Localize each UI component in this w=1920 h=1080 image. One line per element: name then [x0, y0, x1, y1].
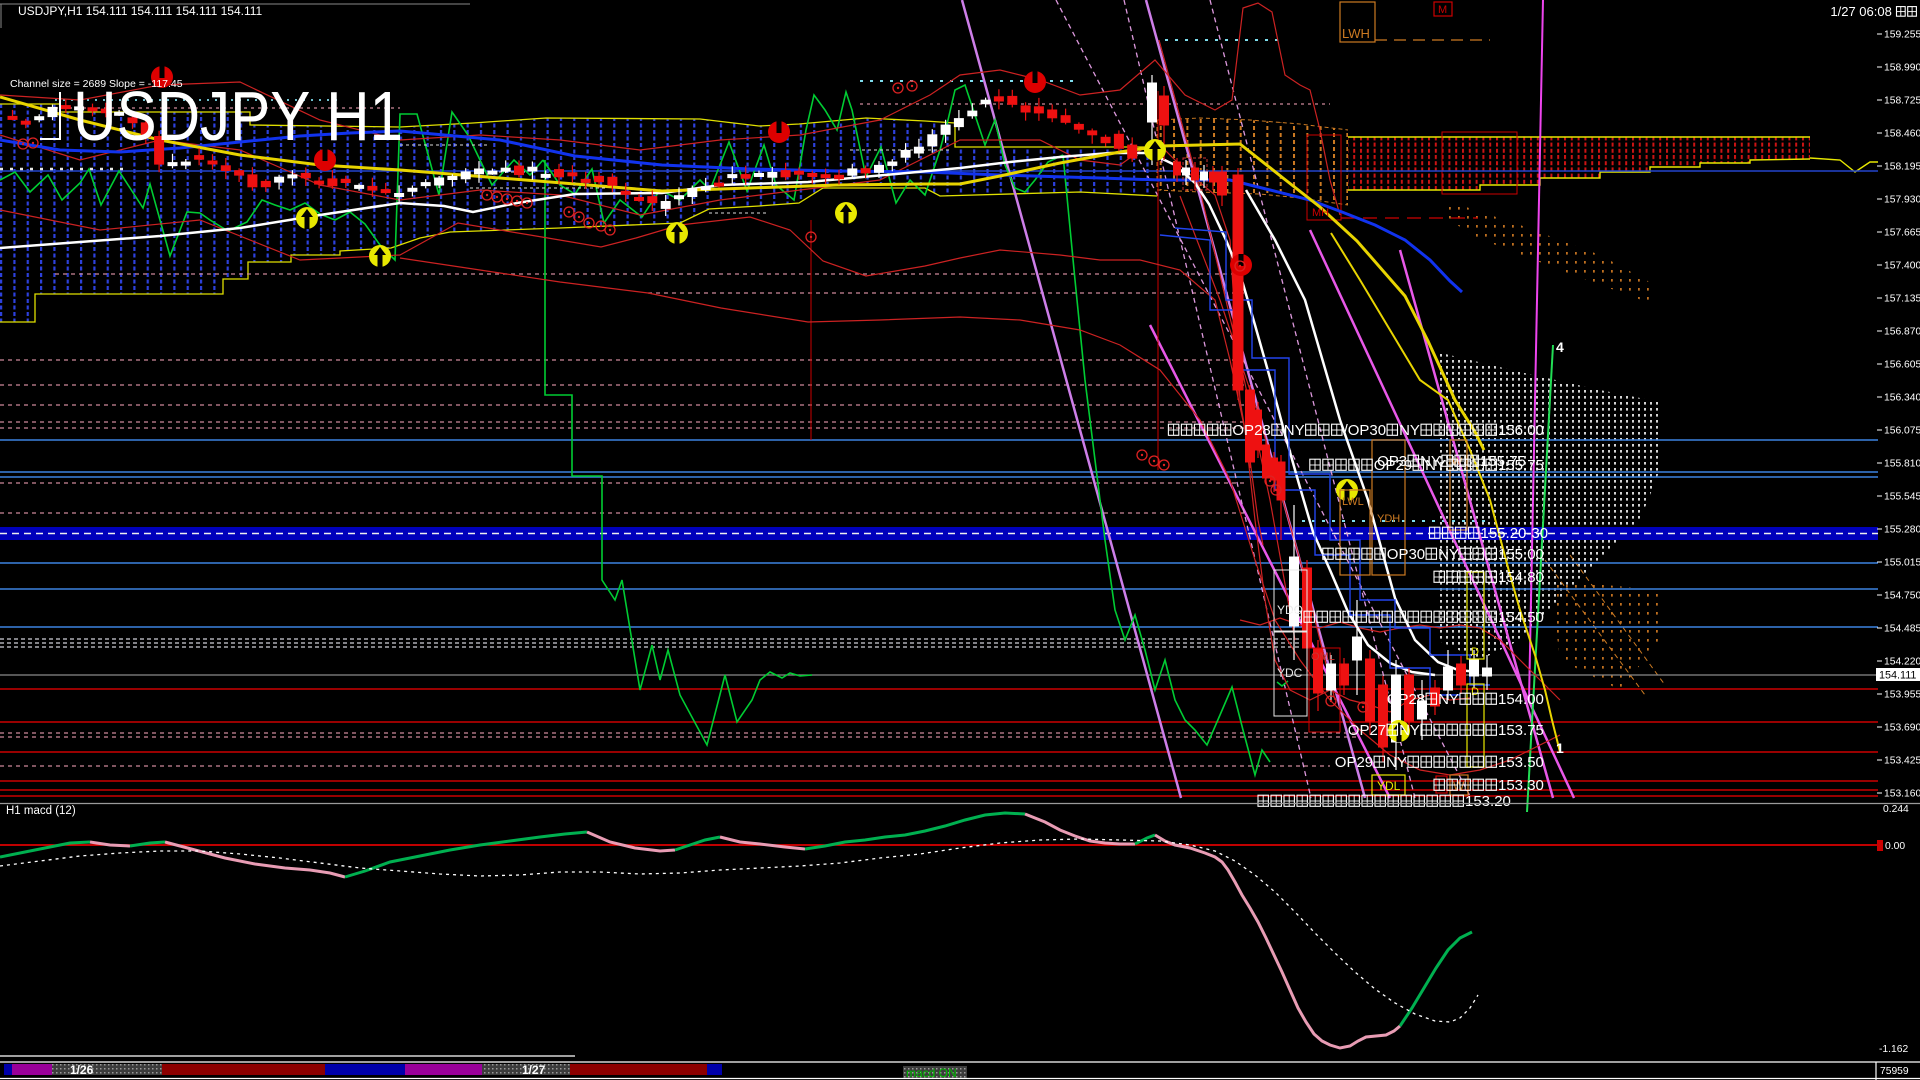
svg-text:75959: 75959 [1880, 1066, 1909, 1077]
svg-text:OP30: OP30 [1387, 546, 1425, 563]
svg-text:158.195: 158.195 [1884, 162, 1920, 173]
svg-text:158.990: 158.990 [1884, 63, 1920, 74]
svg-text:153.30: 153.30 [1498, 777, 1544, 794]
svg-text:OP29: OP29 [1335, 754, 1373, 771]
svg-text:156.870: 156.870 [1884, 327, 1920, 338]
svg-text:157.135: 157.135 [1884, 294, 1920, 305]
svg-text:156.00: 156.00 [1498, 422, 1544, 439]
svg-text:OP28: OP28 [1387, 691, 1425, 708]
svg-text:153.425: 153.425 [1884, 756, 1920, 767]
svg-text:LWH: LWH [1342, 26, 1370, 41]
svg-text:156.605: 156.605 [1884, 360, 1920, 371]
svg-text:LWL: LWL [1342, 496, 1364, 508]
svg-text:M: M [1438, 4, 1447, 16]
svg-text:USDJPY H1: USDJPY H1 [73, 77, 403, 155]
svg-text:155.545: 155.545 [1884, 492, 1920, 503]
svg-text:OP28: OP28 [1232, 422, 1270, 439]
svg-text:4: 4 [1556, 339, 1564, 355]
svg-text:158.460: 158.460 [1884, 129, 1920, 140]
svg-text:1/27: 1/27 [522, 1063, 546, 1077]
svg-text:MH: MH [1312, 207, 1329, 219]
svg-text:153.75: 153.75 [1498, 722, 1544, 739]
svg-text:YDC: YDC [1277, 666, 1303, 680]
svg-text:D: D [1471, 646, 1479, 658]
svg-text:155.20-30: 155.20-30 [1481, 525, 1549, 542]
svg-text:OP3: OP3 [1377, 453, 1407, 470]
svg-text:154.220: 154.220 [1884, 657, 1920, 668]
svg-text:0.00: 0.00 [1885, 841, 1905, 852]
svg-text:153.50: 153.50 [1498, 754, 1544, 771]
svg-text:YDO: YDO [1277, 603, 1303, 617]
svg-text:153.160: 153.160 [1884, 789, 1920, 800]
svg-text:154.50: 154.50 [1498, 609, 1544, 626]
svg-text:YDH: YDH [1377, 513, 1400, 525]
svg-text:155.015: 155.015 [1884, 558, 1920, 569]
svg-text:153.955: 153.955 [1884, 690, 1920, 701]
svg-text:-1.162: -1.162 [1879, 1044, 1908, 1055]
svg-text:153.20: 153.20 [1465, 793, 1511, 810]
svg-text:159.255: 159.255 [1884, 30, 1920, 41]
svg-text:NY: NY [1386, 754, 1407, 771]
svg-text:158.725: 158.725 [1884, 96, 1920, 107]
svg-text:USDJPY,H1 154.111 154.111 154: USDJPY,H1 154.111 154.111 154.111 154.11… [18, 4, 263, 18]
svg-text:NY: NY [1420, 453, 1441, 470]
svg-text:156.340: 156.340 [1884, 393, 1920, 404]
svg-text:NY: NY [1399, 422, 1420, 439]
svg-text:NY: NY [1438, 546, 1459, 563]
svg-text:154.80: 154.80 [1498, 569, 1544, 586]
svg-text:157.930: 157.930 [1884, 195, 1920, 206]
svg-text:OP27: OP27 [1348, 722, 1386, 739]
svg-text:NY: NY [1399, 722, 1420, 739]
svg-text:154.00: 154.00 [1498, 691, 1544, 708]
svg-text:155.280: 155.280 [1884, 525, 1920, 536]
svg-text:/OP30: /OP30 [1344, 422, 1387, 439]
svg-text:157.400: 157.400 [1884, 261, 1920, 272]
svg-text:1/27 06:08: 1/27 06:08 [1830, 4, 1891, 19]
svg-text:156.075: 156.075 [1884, 426, 1920, 437]
svg-text:154.485: 154.485 [1884, 624, 1920, 635]
svg-text:153.690: 153.690 [1884, 723, 1920, 734]
svg-text:NY: NY [1284, 422, 1305, 439]
svg-text:NY: NY [1438, 691, 1459, 708]
svg-text:155.75: 155.75 [1480, 453, 1526, 470]
svg-text:H1 macd (12): H1 macd (12) [6, 805, 76, 817]
svg-text:1/26: 1/26 [70, 1063, 94, 1077]
svg-text:154.750: 154.750 [1884, 591, 1920, 602]
svg-text:155.00: 155.00 [1498, 546, 1544, 563]
svg-text:OML: OML [1311, 651, 1335, 663]
svg-text:1: 1 [1556, 740, 1564, 756]
svg-text:155.810: 155.810 [1884, 459, 1920, 470]
svg-text:0.244: 0.244 [1883, 804, 1909, 815]
svg-text:W: W [1453, 779, 1465, 793]
svg-text:YDL: YDL [1377, 779, 1401, 793]
svg-text:157.665: 157.665 [1884, 228, 1920, 239]
svg-text:154.111: 154.111 [1879, 670, 1916, 682]
